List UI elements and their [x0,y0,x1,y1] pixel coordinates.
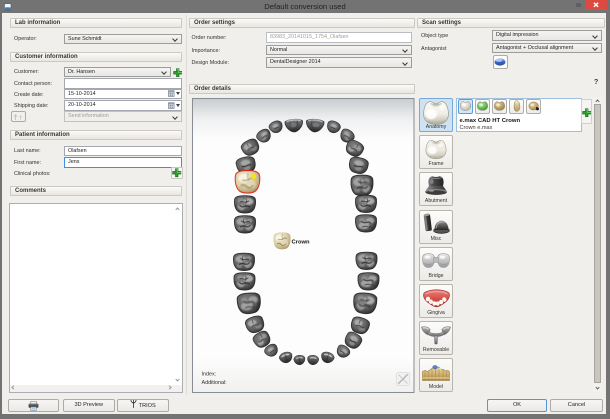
svg-text:Index:: Index: [202,371,217,377]
svg-text:Additional:: Additional: [202,380,227,386]
svg-text:Crown: Crown [292,239,310,245]
